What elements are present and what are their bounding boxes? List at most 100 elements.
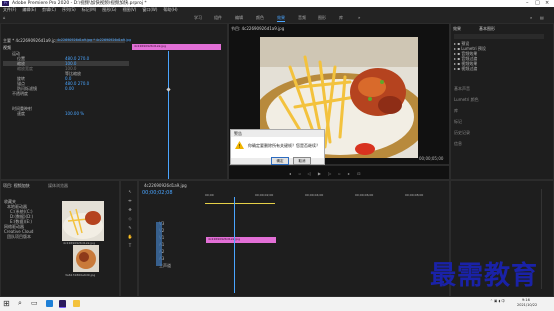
ec-clip-label: 4c22690926d1a9.jpg [132, 44, 221, 50]
windows-start-icon[interactable]: ⊞ [3, 299, 10, 308]
tool-icons[interactable]: ↖ ⇹ ✥ ◇ ✎ ✋ T [126, 187, 134, 250]
workspace-color[interactable]: 颜色 [256, 13, 264, 23]
cancel-button[interactable]: 取消 [293, 157, 311, 165]
keyframe-icon[interactable] [166, 87, 171, 92]
window-title: Adobe Premiere Pro 2020 - D:\视频\加快视频\视频加… [12, 1, 147, 6]
panel-info[interactable]: 信息 [454, 141, 544, 146]
menu-graphics[interactable]: 图形(G) [102, 7, 116, 12]
media-browser-tab[interactable]: 媒体浏览器 [46, 183, 68, 188]
thumbnail-2[interactable] [73, 245, 99, 272]
ec-playhead[interactable] [168, 51, 169, 179]
windows-taskbar: ⊞ ⌕ ▭ ⌃ ▣ ◖ 中 9:16 2021/10/22 [0, 297, 554, 311]
workspace-libraries[interactable]: 库 [339, 13, 343, 23]
track-target-toggles[interactable] [156, 222, 162, 266]
panel-history[interactable]: 历史记录 [454, 130, 544, 135]
menu-sequence[interactable]: 序列(S) [62, 7, 76, 12]
timeline-timecode[interactable]: 00;00;02;08 [142, 191, 173, 196]
workspace-graphics[interactable]: 图形 [318, 13, 326, 23]
home-icon[interactable]: ⌂ [3, 13, 6, 23]
menu-clip[interactable]: 剪辑(C) [42, 7, 56, 12]
thumbnail-1[interactable] [62, 201, 104, 241]
workspace-assembly[interactable]: 组件 [214, 13, 222, 23]
timeline-clip-label: 4c22690926d1a9.jpg [206, 237, 276, 243]
close-icon[interactable]: × [545, 0, 549, 7]
minimize-icon[interactable]: – [526, 0, 529, 7]
track-a2[interactable]: A2 [139, 249, 205, 256]
program-timecode-duration: 00;00;05;00 [419, 156, 444, 161]
workspace-learn[interactable]: 学习 [194, 13, 202, 23]
dialog-message: 你确定要删除所有关键帧？您是否继续？ [248, 143, 320, 148]
panel-libraries[interactable]: 库 [454, 108, 544, 113]
project-tab[interactable]: 项目: 视频加快 [1, 183, 30, 188]
track-v2[interactable]: V2 [139, 228, 205, 235]
menu-help[interactable]: 帮助(H) [163, 7, 177, 12]
effect-properties-list: 运动 位置 480.0 270.0 缩放 100.0 缩放宽度 100.0 等比缩放 … [3, 51, 129, 159]
effects-tab[interactable]: 效果 [451, 26, 461, 31]
tree-team-projects[interactable]: 团队项目版本 [4, 234, 59, 239]
workspace-audio[interactable]: 音频 [298, 13, 306, 23]
effects-panel: 效果 基本图形 ▸ ▪ 预设 ▸ ▪ Lumetri 预设 ▸ ▪ 音频效果 ▸… [450, 23, 554, 180]
title-bar: Pr Adobe Premiere Pro 2020 - D:\视频\加快视频\… [0, 0, 554, 7]
track-a1[interactable]: A1 [139, 242, 205, 249]
premiere-logo-icon: Pr [2, 1, 9, 6]
track-a3[interactable]: A3 [139, 256, 205, 263]
workspace-effects[interactable]: 效果 [277, 13, 285, 22]
panel-lumetri-color[interactable]: Lumetri 颜色 [454, 97, 544, 102]
meter-scale [541, 189, 549, 289]
track-master[interactable]: 主声道 [139, 263, 205, 270]
work-area-bar[interactable] [205, 203, 275, 204]
effect-controls-panel: 主要 * 4c22690926d1a9.jpg 4c22690926d1a9.j… [0, 23, 228, 180]
timeline-ruler[interactable]: 00;00 00;00;02;00 00;00;04;00 00;00;06;0… [205, 193, 451, 201]
search-icon[interactable]: ⌕ [530, 13, 532, 23]
tray-icons[interactable]: ⌃ ▣ ◖ 中 [490, 299, 505, 304]
ok-button[interactable]: 确定 [271, 157, 289, 165]
ec-clip-bar[interactable]: 4c22690926d1a9.jpg [132, 44, 221, 50]
edge-icon[interactable] [46, 300, 53, 307]
warning-dialog: 警告 ! 你确定要删除所有关键帧？您是否继续？ 确定 取消 [230, 129, 325, 165]
effects-tree: ▸ ▪ 预设 ▸ ▪ Lumetri 预设 ▸ ▪ 音频效果 ▸ ▪ 音频过渡 … [454, 41, 514, 71]
track-headers: V3 V2 V1 A1 A2 A3 主声道 [139, 221, 205, 281]
premiere-taskbar-icon[interactable] [59, 300, 66, 308]
workspace-editing[interactable]: 编辑 [235, 13, 243, 23]
maximize-icon[interactable]: □ [535, 0, 540, 7]
watermark-logo: 最需教育 [430, 261, 539, 291]
prop-anti-flicker[interactable]: 防闪烁滤镜 0.00 [3, 86, 129, 91]
panel-markers[interactable]: 标记 [454, 119, 544, 124]
timeline-clip[interactable]: 4c22690926d1a9.jpg [206, 237, 276, 243]
collapsed-panels: 基本声音 Lumetri 颜色 库 标记 历史记录 信息 [454, 86, 544, 146]
media-browser-tree: 收藏夹 本地驱动器 C:(系统)(C:) D:(数据)(D:) E:(数据)(E… [4, 199, 59, 239]
video-section-label: 视频 [3, 45, 11, 50]
project-panel: 项目: 视频加快 媒体浏览器 收藏夹 本地驱动器 C:(系统)(C:) D:(数… [0, 180, 120, 297]
menu-view[interactable]: 视图(V) [122, 7, 136, 12]
prop-scale-width[interactable]: 缩放宽度 100.0 [3, 66, 129, 71]
more-workspaces-icon[interactable]: » [358, 13, 360, 23]
taskbar-search-icon[interactable]: ⌕ [18, 299, 22, 308]
workspace-bar: ⌂ 学习 组件 编辑 颜色 效果 音频 图形 库 » ⌕ ▤ [0, 13, 554, 23]
dialog-body: ! 你确定要删除所有关键帧？您是否继续？ [231, 137, 324, 158]
menu-window[interactable]: 窗口(W) [142, 7, 157, 12]
svg-text:!: ! [238, 144, 240, 149]
thumbnail-2-label: 3a6131860e6d9.jpg [65, 273, 96, 277]
task-view-icon[interactable]: ▭ [31, 299, 38, 307]
menu-marker[interactable]: 标记(M) [82, 7, 97, 12]
prop-speed[interactable]: 速度 100.00 % [3, 111, 129, 116]
menu-file[interactable]: 文件(F) [3, 7, 16, 12]
tools-panel: ↖ ⇹ ✥ ◇ ✎ ✋ T [120, 180, 138, 297]
timeline-playhead[interactable] [234, 197, 235, 293]
track-v3[interactable]: V3 [139, 221, 205, 228]
transport-controls[interactable]: ◂ ◃ ◁ ▶ ▷ ▹ ▸ ⊡ [289, 171, 364, 176]
panel-essential-sound[interactable]: 基本声音 [454, 86, 544, 91]
sequence-clip-tab[interactable]: 4c22690926d1a9.jpg * 4c22690926d1a9.jpg [57, 38, 131, 43]
program-tab[interactable]: 节目: 4c22690926d1a9.jpg [229, 26, 284, 31]
notifications-icon[interactable]: ▤ [540, 13, 544, 23]
menu-edit[interactable]: 编辑(E) [22, 7, 36, 12]
effects-search-input[interactable] [454, 34, 544, 39]
track-v1[interactable]: V1 [139, 235, 205, 242]
clock-date[interactable]: 2021/10/22 [517, 303, 537, 308]
timeline-tab[interactable]: 4c22690926d1a9.jpg [142, 183, 187, 188]
warning-icon: ! [235, 141, 244, 149]
timeline-panel: 4c22690926d1a9.jpg 00;00;02;08 00;00 00;… [138, 180, 450, 297]
effects-item-video-transitions[interactable]: ▸ ▪ 视频过渡 [454, 66, 514, 71]
essential-graphics-tab[interactable]: 基本图形 [477, 26, 495, 31]
explorer-icon[interactable] [73, 300, 80, 307]
